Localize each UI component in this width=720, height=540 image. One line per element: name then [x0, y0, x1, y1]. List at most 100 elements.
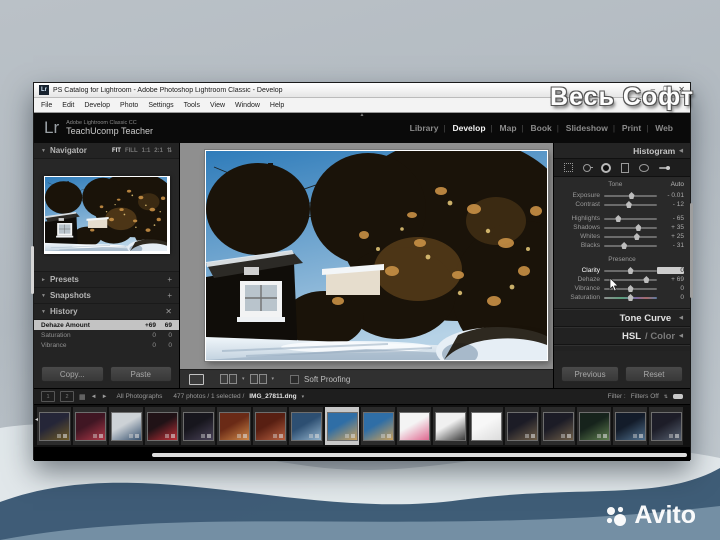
graduated-filter-icon[interactable] [621, 162, 629, 173]
slider-thumb[interactable] [625, 201, 632, 208]
previous-button[interactable]: Previous [561, 366, 619, 382]
left-panel-section-header[interactable]: ► Presets + [34, 272, 179, 288]
module-tab[interactable]: Web [646, 123, 680, 133]
chevron-down-icon[interactable]: ▾ [272, 376, 275, 382]
filmstrip-thumbnail[interactable] [181, 407, 215, 445]
slider-track[interactable] [604, 191, 657, 200]
slider-track[interactable] [604, 232, 657, 241]
filmstrip-source[interactable]: All Photographs [117, 393, 163, 400]
filmstrip-thumbnail[interactable] [577, 407, 611, 445]
right-panel-section-header[interactable]: HSL / Color ◀ [554, 327, 690, 345]
slider-track[interactable] [604, 223, 657, 232]
filmstrip-thumbnail[interactable] [613, 407, 647, 445]
menu-item[interactable]: Edit [62, 102, 74, 109]
slider-value[interactable]: - 12 [657, 201, 684, 208]
filmstrip-thumbnail[interactable] [505, 407, 539, 445]
slider-value[interactable]: + 25 [657, 233, 684, 240]
navigator-zoom-option[interactable]: FIT [112, 148, 121, 154]
menu-item[interactable]: Develop [84, 102, 110, 109]
history-item[interactable]: Vibrance 0 0 [34, 340, 179, 350]
filmstrip-thumbnail[interactable] [433, 407, 467, 445]
slider-value[interactable]: - 31 [657, 242, 684, 249]
filter-toggle-switch[interactable] [673, 394, 683, 399]
slider-thumb[interactable] [627, 285, 634, 292]
filmstrip-thumbnail[interactable] [361, 407, 395, 445]
filmstrip-thumbnail[interactable] [109, 407, 143, 445]
module-tab[interactable]: Develop [443, 123, 492, 133]
menu-item[interactable]: File [41, 102, 52, 109]
zoom-toggle-icon[interactable]: ⇅ [167, 147, 172, 154]
slider-thumb[interactable] [635, 224, 642, 231]
section-action-icon[interactable]: + [167, 275, 172, 284]
menu-item[interactable]: Window [235, 102, 260, 109]
monitor-button[interactable]: 2 [60, 391, 74, 402]
left-panel-collapse-icon[interactable]: ◂ [35, 416, 38, 423]
slider-value[interactable]: 0 [657, 267, 684, 274]
filmstrip-thumbnail[interactable] [145, 407, 179, 445]
paste-button[interactable]: Paste [109, 366, 172, 382]
menu-item[interactable]: View [210, 102, 225, 109]
chevron-down-icon[interactable]: ▾ [302, 394, 305, 400]
filmstrip-thumbnail[interactable] [217, 407, 251, 445]
module-tab[interactable]: Map [491, 123, 524, 133]
slider-track[interactable] [604, 214, 657, 223]
history-item[interactable]: Dehaze Amount +69 69 [34, 320, 179, 330]
filmstrip-filename[interactable]: IMG_27811.dng [249, 393, 296, 400]
before-after-lr-icon[interactable] [220, 374, 237, 384]
histogram-header[interactable]: Histogram ◀ [554, 143, 690, 158]
slider-track[interactable] [604, 293, 657, 302]
slider-thumb[interactable] [628, 192, 635, 199]
slider-value[interactable]: 0 [657, 285, 684, 292]
history-header[interactable]: ▼ History ✕ [34, 304, 179, 320]
grid-view-icon[interactable]: ▦ [79, 393, 86, 401]
before-after-tb-icon[interactable] [249, 374, 267, 384]
adjustment-brush-icon[interactable] [659, 165, 670, 170]
left-panel-section-header[interactable]: ▼ Snapshots + [34, 288, 179, 304]
slider-value[interactable]: 0 [657, 294, 684, 301]
navigator-header[interactable]: ▼ Navigator FIT FILL 1:1 2:1 ⇅ [34, 143, 179, 159]
module-tab[interactable]: Slideshow [557, 123, 615, 133]
module-tab[interactable]: Book [522, 123, 559, 133]
crop-overlay-icon[interactable] [564, 163, 573, 172]
history-item[interactable]: Saturation 0 0 [34, 330, 179, 340]
menu-item[interactable]: Settings [148, 102, 173, 109]
filmstrip-scrollbar[interactable] [152, 453, 687, 457]
right-panel-scrollbar[interactable] [690, 203, 693, 298]
loupe-view-icon[interactable] [189, 373, 204, 385]
top-panel-collapse-icon[interactable]: ▲ [360, 113, 365, 118]
section-action-icon[interactable]: + [167, 291, 172, 300]
left-panel-scrollbar[interactable] [31, 246, 34, 294]
spot-removal-icon[interactable] [583, 163, 593, 172]
navigator-zoom-option[interactable]: 2:1 [154, 148, 163, 154]
auto-tone-button[interactable]: Auto [671, 181, 684, 188]
filmstrip-thumbnail[interactable] [325, 407, 359, 445]
chevron-down-icon[interactable]: ▾ [242, 376, 245, 382]
slider-value[interactable]: - 0.01 [657, 192, 684, 199]
filter-value[interactable]: Filters Off [631, 393, 659, 400]
filmstrip-thumbnail[interactable] [289, 407, 323, 445]
module-tab[interactable]: Library [403, 123, 446, 133]
red-eye-icon[interactable] [601, 162, 611, 173]
slider-thumb[interactable] [615, 215, 622, 222]
slider-thumb[interactable] [633, 233, 640, 240]
slider-value[interactable]: + 69 [657, 276, 684, 283]
right-panel-section-header[interactable]: Tone Curve ◀ [554, 309, 690, 327]
copy-button[interactable]: Copy... [41, 366, 104, 382]
filter-sort-icon[interactable]: ⇅ [664, 394, 668, 400]
monitor-button[interactable]: 1 [41, 391, 55, 402]
navigator-zoom-option[interactable]: 1:1 [142, 148, 151, 154]
menu-item[interactable]: Photo [120, 102, 138, 109]
slider-value[interactable]: + 35 [657, 224, 684, 231]
forward-arrow-icon[interactable]: ► [102, 394, 108, 400]
menu-item[interactable]: Help [270, 102, 284, 109]
navigator-zoom-option[interactable]: FILL [125, 148, 138, 154]
filmstrip-thumbnail[interactable] [649, 407, 683, 445]
slider-track[interactable] [604, 200, 657, 209]
filmstrip-thumbnail[interactable] [541, 407, 575, 445]
soft-proofing-checkbox[interactable] [290, 374, 300, 384]
slider-track[interactable] [604, 241, 657, 250]
slider-thumb[interactable] [627, 294, 634, 301]
slider-value[interactable]: - 65 [657, 215, 684, 222]
slider-thumb[interactable] [643, 276, 650, 283]
filmstrip-thumbnail[interactable] [253, 407, 287, 445]
